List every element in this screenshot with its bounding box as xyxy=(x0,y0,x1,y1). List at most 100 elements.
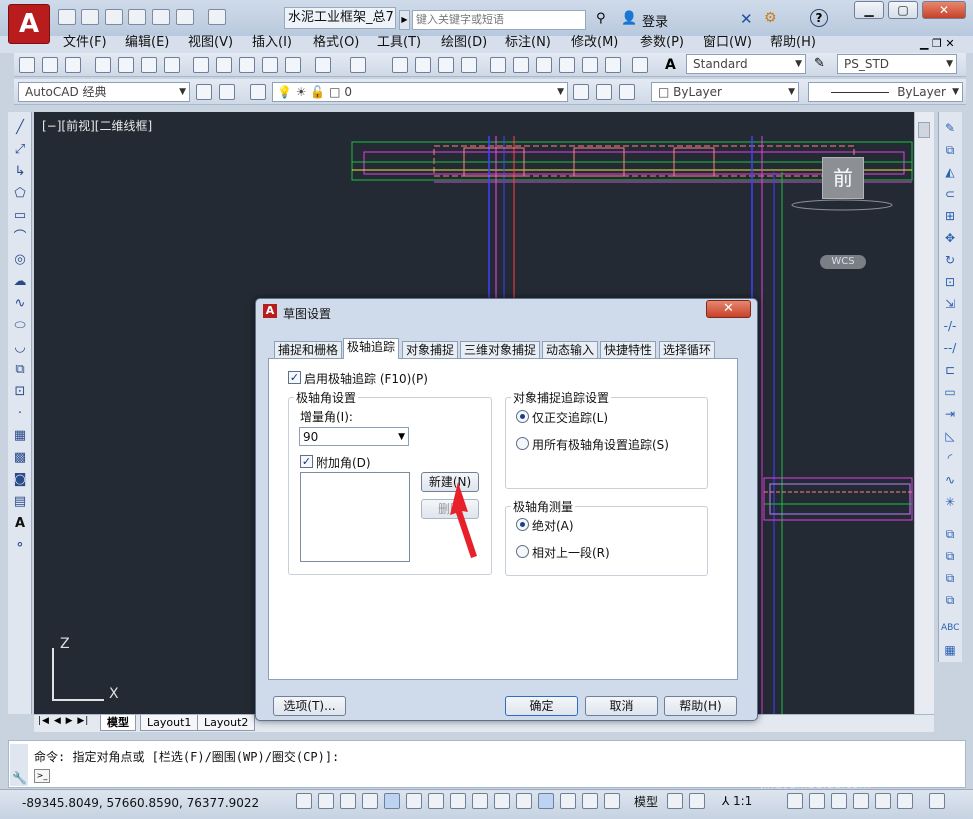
extend-icon[interactable]: --/ xyxy=(941,340,959,356)
tool-palettes-icon[interactable] xyxy=(536,57,552,73)
app-store-icon[interactable]: ⚙ xyxy=(764,10,777,26)
tab-navigation-icon[interactable]: |◀ ◀ ▶ ▶| xyxy=(38,716,89,726)
auto-scale-icon[interactable] xyxy=(809,793,825,809)
open-file-icon[interactable] xyxy=(81,9,99,25)
increment-angle-select[interactable]: 90 ▼ xyxy=(299,427,409,446)
login-link[interactable]: 登录 xyxy=(642,11,668,30)
send-back-icon[interactable]: ⧉ xyxy=(941,570,959,586)
color-select[interactable]: □ ByLayer ▼ xyxy=(651,82,799,102)
construction-line-icon[interactable]: ⤢ xyxy=(11,142,29,158)
hatch-icon[interactable]: ▦ xyxy=(11,428,29,444)
polar-tracking-icon[interactable] xyxy=(384,793,400,809)
design-center-icon[interactable] xyxy=(513,57,529,73)
model-space-button[interactable]: 模型 xyxy=(634,793,658,810)
join-icon[interactable]: ⇥ xyxy=(941,406,959,422)
wrench-icon[interactable]: 🔧 xyxy=(12,771,27,785)
doc-window-controls[interactable]: ▁ ❐ ✕ xyxy=(920,37,955,50)
fillet-icon[interactable]: ◜ xyxy=(941,450,959,466)
layer-select[interactable]: 💡 ☀ 🔓 □ 0 ▼ xyxy=(272,82,568,102)
preview-icon[interactable] xyxy=(118,57,134,73)
all-polar-tracking-radio[interactable] xyxy=(516,437,529,450)
clean-screen-icon[interactable] xyxy=(929,793,945,809)
pan-icon[interactable] xyxy=(392,57,408,73)
zoom-window-icon[interactable] xyxy=(438,57,454,73)
selection-cycling-icon[interactable] xyxy=(582,793,598,809)
chamfer-icon[interactable]: ◺ xyxy=(941,428,959,444)
save-as-icon[interactable] xyxy=(128,9,146,25)
mirror-icon[interactable]: ◭ xyxy=(941,164,959,180)
markup-icon[interactable] xyxy=(582,57,598,73)
lineweight-icon[interactable] xyxy=(516,793,532,809)
linetype-select[interactable]: ByLayer ▼ xyxy=(808,82,963,102)
print-icon[interactable] xyxy=(152,9,170,25)
menu-dimension[interactable]: 标注(N) xyxy=(505,35,551,51)
tab-quick-properties[interactable]: 快捷特性 xyxy=(600,341,657,359)
zoom-realtime-icon[interactable] xyxy=(415,57,431,73)
3d-object-snap-icon[interactable] xyxy=(428,793,444,809)
bring-above-icon[interactable]: ⧉ xyxy=(941,592,959,608)
cancel-button[interactable]: 取消 xyxy=(585,696,658,716)
menu-view[interactable]: 视图(V) xyxy=(188,35,233,51)
arc-icon[interactable]: ⌒ xyxy=(11,230,29,246)
additional-angles-list[interactable] xyxy=(300,472,410,562)
workspace-select[interactable]: AutoCAD 经典 ▼ xyxy=(18,82,190,102)
add-selected-icon[interactable]: ⚬ xyxy=(11,538,29,554)
plot-icon[interactable] xyxy=(95,57,111,73)
workspace-settings-icon[interactable] xyxy=(196,84,212,100)
help-icon-2[interactable] xyxy=(632,57,648,73)
revision-cloud-icon[interactable]: ☁ xyxy=(11,274,29,290)
save-icon-2[interactable] xyxy=(65,57,81,73)
new-file-icon[interactable] xyxy=(58,9,76,25)
open-icon[interactable] xyxy=(42,57,58,73)
quick-view-drawings-icon[interactable] xyxy=(689,793,705,809)
workspace-switch-icon[interactable] xyxy=(831,793,847,809)
additional-angles-checkbox[interactable]: ✓ xyxy=(300,455,313,468)
undo-icon[interactable] xyxy=(176,9,194,25)
object-snap-icon[interactable] xyxy=(406,793,422,809)
ellipse-arc-icon[interactable]: ◡ xyxy=(11,340,29,356)
break-icon[interactable]: ▭ xyxy=(941,384,959,400)
hardware-acceleration-icon[interactable] xyxy=(875,793,891,809)
zoom-previous-icon[interactable] xyxy=(461,57,477,73)
annotation-scale-select[interactable]: 1:1 xyxy=(733,794,752,808)
make-block-icon[interactable]: ⊡ xyxy=(11,384,29,400)
ok-button[interactable]: 确定 xyxy=(505,696,578,716)
command-input[interactable]: >_ xyxy=(34,769,50,783)
draw-order-icon[interactable]: ⧉ xyxy=(941,526,959,542)
hatch-back-icon[interactable]: ▦ xyxy=(941,642,959,658)
polyline-icon[interactable]: ↳ xyxy=(11,164,29,180)
spline-icon[interactable]: ∿ xyxy=(11,296,29,312)
tab-selection-cycling[interactable]: 选择循环 xyxy=(659,341,716,359)
gradient-icon[interactable]: ▩ xyxy=(11,450,29,466)
tab-snap-grid[interactable]: 捕捉和栅格 xyxy=(274,341,343,359)
tab-layout1[interactable]: Layout1 xyxy=(140,715,199,731)
wcs-menu[interactable]: WCS xyxy=(820,255,866,269)
orthogonal-tracking-radio[interactable] xyxy=(516,410,529,423)
isolate-objects-icon[interactable] xyxy=(897,793,913,809)
text-style-select[interactable]: Standard ▼ xyxy=(686,54,806,74)
menu-edit[interactable]: 编辑(E) xyxy=(125,35,169,51)
layer-state-icon[interactable] xyxy=(619,84,635,100)
absolute-radio[interactable] xyxy=(516,518,529,531)
undo-icon-2[interactable] xyxy=(315,57,331,73)
user-icon[interactable]: 👤 xyxy=(621,11,637,27)
plot-style-select[interactable]: PS_STD ▼ xyxy=(837,54,957,74)
scroll-thumb[interactable] xyxy=(918,122,930,138)
calculator-icon[interactable] xyxy=(605,57,621,73)
annotation-visibility-icon[interactable] xyxy=(787,793,803,809)
menu-window[interactable]: 窗口(W) xyxy=(703,35,752,51)
menu-tools[interactable]: 工具(T) xyxy=(377,35,421,51)
menu-format[interactable]: 格式(O) xyxy=(313,35,359,51)
maximize-button[interactable]: ▢ xyxy=(888,1,918,19)
table-icon[interactable]: ▤ xyxy=(11,494,29,510)
make-current-layer-icon[interactable] xyxy=(573,84,589,100)
new-icon[interactable] xyxy=(19,57,35,73)
binoculars-icon[interactable]: ⚲ xyxy=(596,11,612,27)
rectangle-icon[interactable]: ▭ xyxy=(11,208,29,224)
rotate-icon[interactable]: ↻ xyxy=(941,252,959,268)
layer-properties-icon[interactable] xyxy=(250,84,266,100)
quick-properties-icon[interactable] xyxy=(560,793,576,809)
menu-draw[interactable]: 绘图(D) xyxy=(441,35,487,51)
sheet-set-icon[interactable] xyxy=(559,57,575,73)
3d-print-icon[interactable] xyxy=(164,57,180,73)
